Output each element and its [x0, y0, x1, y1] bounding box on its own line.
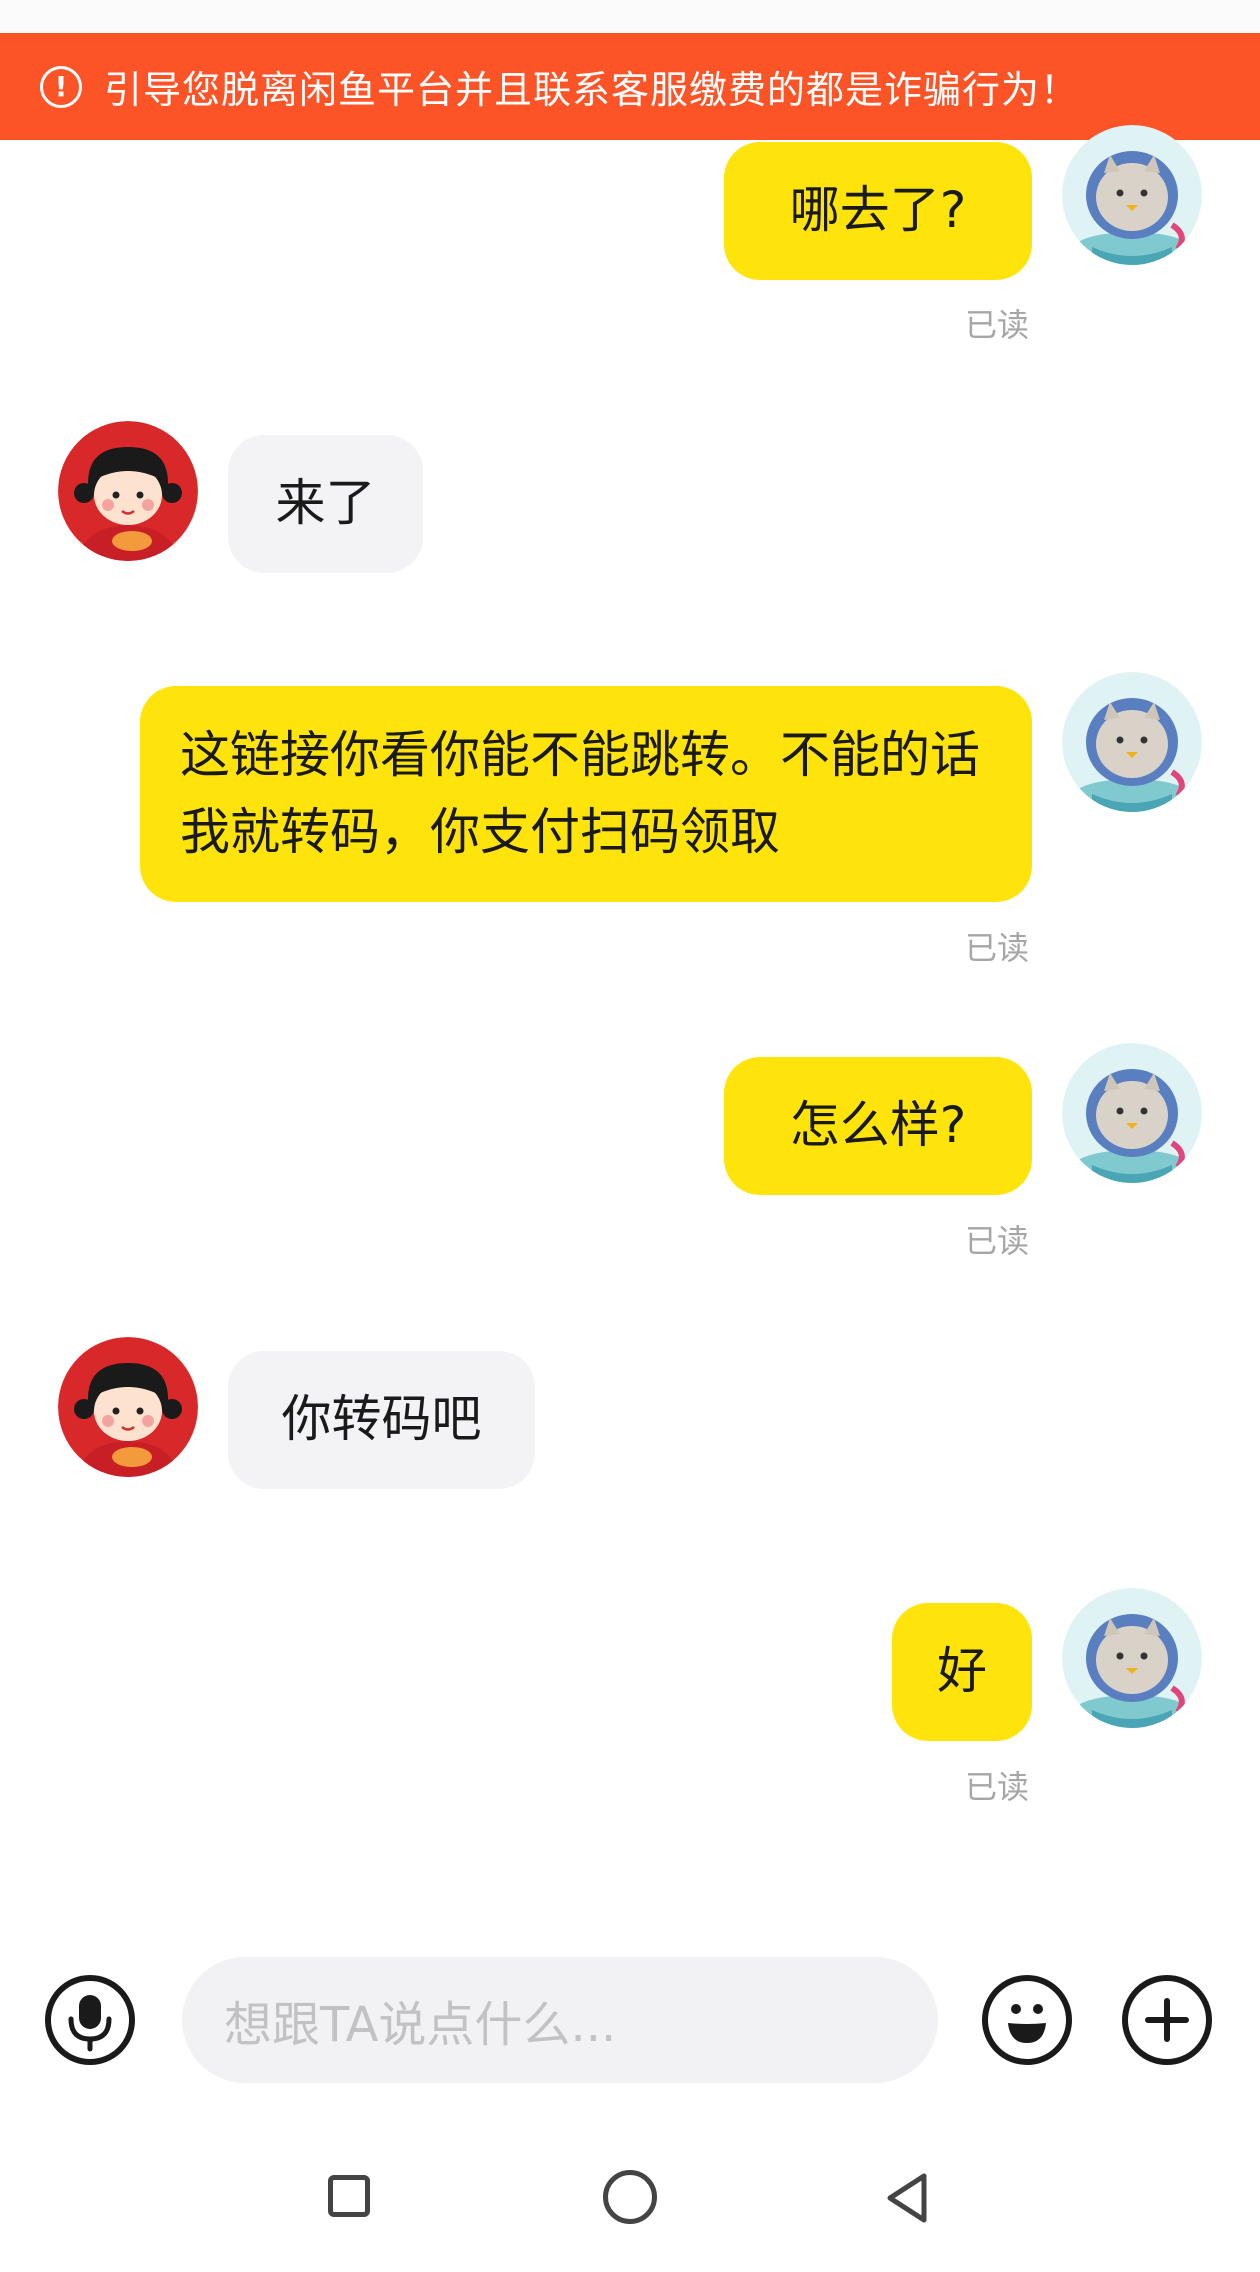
- read-status: 已读: [965, 1222, 1030, 1260]
- microphone-icon: [68, 1995, 112, 2052]
- my-avatar[interactable]: [1062, 125, 1202, 265]
- message-bubble[interactable]: 好: [892, 1603, 1032, 1741]
- home-circle-icon[interactable]: [603, 2170, 657, 2224]
- message-bubble[interactable]: 来了: [228, 435, 423, 573]
- system-nav-bar: [0, 2110, 1260, 2272]
- status-bar: [0, 0, 1260, 33]
- recent-apps-square-icon[interactable]: [328, 2175, 370, 2217]
- read-status: 已读: [965, 306, 1030, 344]
- more-button[interactable]: [1122, 1975, 1212, 2065]
- emoji-icon: [1008, 2004, 1046, 2043]
- message-text: 这链接你看你能不能跳转。不能的话我就转码，你支付扫码领取: [180, 725, 980, 862]
- input-bar: 想跟TA说点什么...: [0, 1940, 1260, 2100]
- emoji-button[interactable]: [982, 1975, 1072, 2065]
- message-bubble[interactable]: 哪去了?: [724, 142, 1032, 280]
- message-text: 哪去了?: [789, 181, 967, 240]
- voice-button[interactable]: [45, 1975, 135, 2065]
- message-bubble[interactable]: 怎么样?: [724, 1057, 1032, 1195]
- message-text: 好: [937, 1642, 987, 1701]
- message-text: 怎么样?: [789, 1096, 967, 1155]
- contact-avatar[interactable]: [58, 421, 198, 561]
- message-input[interactable]: 想跟TA说点什么...: [182, 1957, 938, 2083]
- read-status: 已读: [965, 929, 1030, 967]
- my-avatar[interactable]: [1062, 672, 1202, 812]
- my-avatar[interactable]: [1062, 1588, 1202, 1728]
- message-text: 你转码吧: [281, 1390, 482, 1449]
- back-triangle-icon[interactable]: [880, 2168, 940, 2228]
- read-status: 已读: [965, 1768, 1030, 1806]
- contact-avatar[interactable]: [58, 1337, 198, 1477]
- plus-icon: [1145, 1998, 1189, 2042]
- input-placeholder: 想跟TA说点什么...: [224, 1997, 617, 2053]
- warning-banner: ! 引导您脱离闲鱼平台并且联系客服缴费的都是诈骗行为！: [0, 33, 1260, 140]
- message-text: 来了: [275, 474, 376, 533]
- message-bubble[interactable]: 这链接你看你能不能跳转。不能的话我就转码，你支付扫码领取: [140, 686, 1032, 902]
- message-bubble[interactable]: 你转码吧: [228, 1351, 535, 1489]
- my-avatar[interactable]: [1062, 1043, 1202, 1183]
- exclamation-circle-icon: !: [40, 65, 82, 108]
- warning-text: 引导您脱离闲鱼平台并且联系客服缴费的都是诈骗行为！: [104, 68, 1080, 112]
